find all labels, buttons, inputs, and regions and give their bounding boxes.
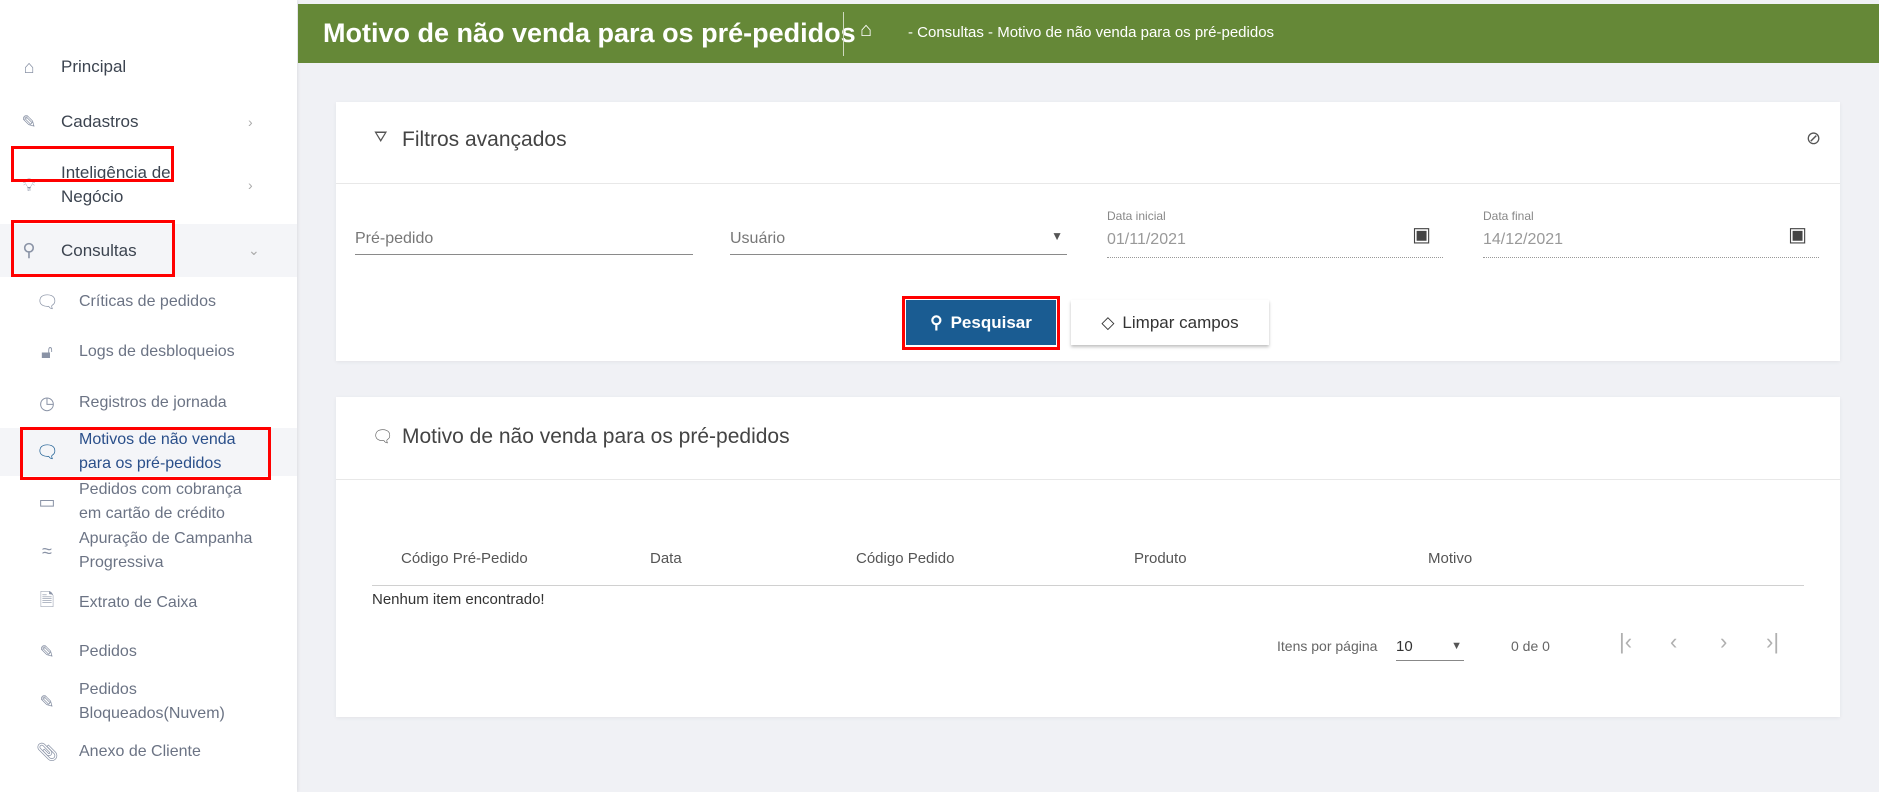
divider <box>336 183 1840 184</box>
label: Apuração de Campanha <box>79 530 253 547</box>
pre-pedido-input[interactable]: Pré-pedido <box>355 215 693 255</box>
value: 01/11/2021 <box>1107 231 1186 248</box>
sidebar-item-cadastros[interactable]: ✎ Cadastros › <box>0 110 297 134</box>
results-card: 🗨︎ Motivo de não venda para os pré-pedid… <box>336 397 1840 717</box>
range-label: 0 de 0 <box>1511 638 1550 654</box>
sidebar-subitem[interactable]: ✎ Pedidos Bloqueados(Nuvem) <box>0 678 297 726</box>
chevron-right-icon: › <box>248 177 253 193</box>
label: Pedidos <box>79 681 137 698</box>
empty-message: Nenhum item encontrado! <box>372 591 545 608</box>
divider <box>372 585 1804 586</box>
home-icon: ⌂ <box>23 56 35 77</box>
highlight-box <box>20 427 271 480</box>
label: Pesquisar <box>950 312 1032 332</box>
sidebar-subitem[interactable]: 🗨︎ Críticas de pedidos <box>0 290 297 314</box>
wave-icon: ≈ <box>42 540 52 561</box>
divider <box>336 479 1840 480</box>
label: em cartão de crédito <box>79 505 225 522</box>
calendar-icon[interactable]: ▣ <box>1788 222 1807 247</box>
filter-icon: ⛛ <box>374 129 388 146</box>
search-icon: ⚲ <box>930 312 943 332</box>
search-button[interactable]: ⚲ Pesquisar <box>906 300 1056 345</box>
filters-card: ⛛ Filtros avançados ⊘ Pré-pedido Usuário… <box>336 102 1840 361</box>
first-page-icon[interactable]: |‹ <box>1619 629 1632 655</box>
data-inicial-input[interactable]: 01/11/2021 ▣ <box>1107 218 1443 258</box>
highlight-box <box>11 146 174 182</box>
items-per-page-select[interactable]: 10 ▼ <box>1396 633 1464 661</box>
dropdown-arrow-icon: ▼ <box>1051 229 1063 243</box>
sidebar-subitem[interactable]: ◷ Registros de jornada <box>0 391 297 415</box>
previous-page-icon[interactable]: ‹ <box>1670 629 1677 655</box>
label: Limpar campos <box>1122 312 1239 332</box>
chevron-down-icon: ⌄ <box>248 242 260 258</box>
column-header[interactable]: Data <box>650 550 682 567</box>
column-header[interactable]: Motivo <box>1428 550 1472 567</box>
dropdown-arrow-icon: ▼ <box>1451 640 1462 652</box>
sidebar-subitem[interactable]: 🗎︎ Extrato de Caixa <box>0 590 297 615</box>
value: 14/12/2021 <box>1483 231 1564 248</box>
eye-off-icon[interactable]: ⊘ <box>1806 128 1821 149</box>
column-header[interactable]: Código Pedido <box>856 550 954 567</box>
label: Progressiva <box>79 554 164 571</box>
edit-icon: ✎ <box>21 111 37 132</box>
clear-button[interactable]: ◇ Limpar campos <box>1071 300 1269 345</box>
breadcrumb: - Consultas - Motivo de não venda para o… <box>908 24 1275 41</box>
chevron-right-icon: › <box>248 114 253 130</box>
sidebar-subitem[interactable]: 🔓︎ Logs de desbloqueios <box>0 340 297 364</box>
column-header[interactable]: Produto <box>1134 550 1187 567</box>
items-per-page-label: Itens por página <box>1277 638 1378 654</box>
placeholder: Pré-pedido <box>355 230 434 247</box>
edit-icon: ✎ <box>39 641 55 662</box>
label: Bloqueados(Nuvem) <box>79 705 225 722</box>
chat-icon: 🗨︎ <box>372 427 394 446</box>
clock-icon: ◷ <box>39 392 55 413</box>
last-page-icon[interactable]: ›| <box>1766 629 1779 655</box>
label: Negócio <box>61 187 124 206</box>
usuario-select[interactable]: Usuário ▼ <box>730 215 1067 255</box>
sidebar-subitem[interactable]: ✎ Pedidos <box>0 640 297 664</box>
unlock-icon: 🔓︎ <box>41 341 53 362</box>
paperclip-icon: 📎︎ <box>36 741 59 762</box>
results-title: Motivo de não venda para os pré-pedidos <box>402 425 790 448</box>
chat-icon: 🗨︎ <box>36 291 59 312</box>
page-title: Motivo de não venda para os pré-pedidos <box>323 18 856 48</box>
highlight-box <box>11 220 175 277</box>
credit-card-icon: ▭ <box>38 491 56 512</box>
column-header[interactable]: Código Pré-Pedido <box>401 550 528 567</box>
divider <box>843 12 844 56</box>
sidebar-subitem[interactable]: ≈ Apuração de Campanha Progressiva <box>0 527 297 575</box>
placeholder: Usuário <box>730 230 786 247</box>
sidebar-subitem[interactable]: 📎︎ Anexo de Cliente <box>0 740 297 764</box>
next-page-icon[interactable]: › <box>1720 629 1727 655</box>
page-header: Motivo de não venda para os pré-pedidos … <box>298 4 1879 63</box>
sidebar-item-principal[interactable]: ⌂ Principal <box>0 55 297 79</box>
eraser-icon: ◇ <box>1101 312 1115 332</box>
value: 10 <box>1396 638 1413 655</box>
filters-title: Filtros avançados <box>402 128 567 151</box>
sidebar: ⌂ Principal ✎ Cadastros › 💡︎ Inteligência de… <box>0 0 297 792</box>
calendar-icon[interactable]: ▣ <box>1412 222 1431 247</box>
home-icon[interactable]: ⌂ <box>860 19 872 42</box>
document-icon: 🗎︎ <box>39 590 55 610</box>
label: Pedidos com cobrança <box>79 481 242 498</box>
data-final-input[interactable]: 14/12/2021 ▣ <box>1483 218 1819 258</box>
sidebar-subitem[interactable]: ▭ Pedidos com cobrança em cartão de crédit… <box>0 478 297 526</box>
edit-icon: ✎ <box>39 691 55 712</box>
